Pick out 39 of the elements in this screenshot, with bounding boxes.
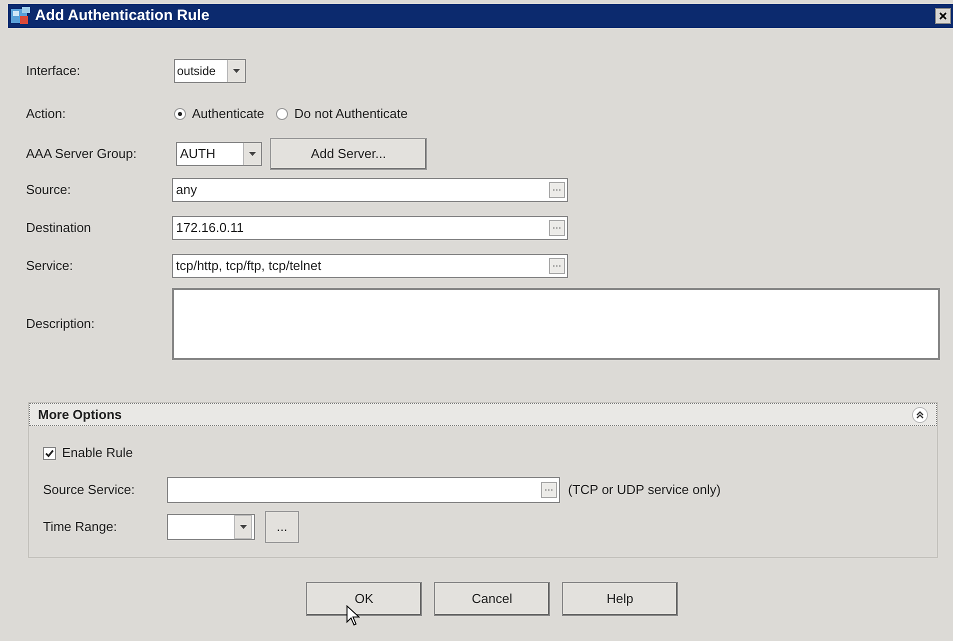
window-title: Add Authentication Rule [35,6,210,26]
close-icon[interactable] [935,8,951,24]
collapse-icon[interactable] [912,406,928,422]
ellipsis-icon[interactable] [549,220,565,236]
radio-option[interactable]: Authenticate [174,104,264,124]
field-label: Interface: [26,62,82,80]
field-label: Time Range: [43,518,118,536]
description-field[interactable] [172,288,940,360]
dialog-button[interactable]: Cancel [434,582,550,616]
checkbox[interactable] [43,446,56,460]
mouse-pointer-icon [346,605,360,627]
radio-option[interactable]: Do not Authenticate [276,104,408,124]
add-server-button[interactable]: Add Server... [270,138,427,170]
hint-text: (TCP or UDP service only) [568,481,721,500]
ellipsis-icon[interactable] [549,258,565,274]
text-field[interactable]: tcp/http, tcp/ftp, tcp/telnet [172,254,568,278]
radio-button[interactable] [276,108,288,120]
app-icon [10,6,32,26]
field-label: AAA Server Group: [26,145,138,164]
text-field[interactable] [167,477,560,503]
field-label: Destination [26,219,92,238]
dialog-button[interactable]: OK [306,582,422,616]
enable-rule-checkbox[interactable]: Enable Rule [43,443,923,463]
ellipsis-icon[interactable] [549,182,565,198]
field-label: Source: [26,181,72,200]
field-label: Action: [26,105,67,124]
ellipsis-icon[interactable] [541,482,557,498]
field-label: Source Service: [43,481,136,500]
field-label: Description: [26,315,96,334]
browse-button[interactable]: ... [265,511,299,543]
text-field[interactable]: any [172,178,568,202]
field-label: Service: [26,257,74,276]
time-range-dropdown[interactable] [167,514,255,540]
section-header[interactable]: More Options [29,403,937,426]
text-field[interactable]: 172.16.0.11 [172,216,568,240]
radio-button[interactable] [174,108,186,120]
interface-dropdown[interactable]: outside [174,59,246,83]
server-group-dropdown[interactable]: AUTH [176,142,262,166]
dialog-button[interactable]: Help [562,582,678,616]
